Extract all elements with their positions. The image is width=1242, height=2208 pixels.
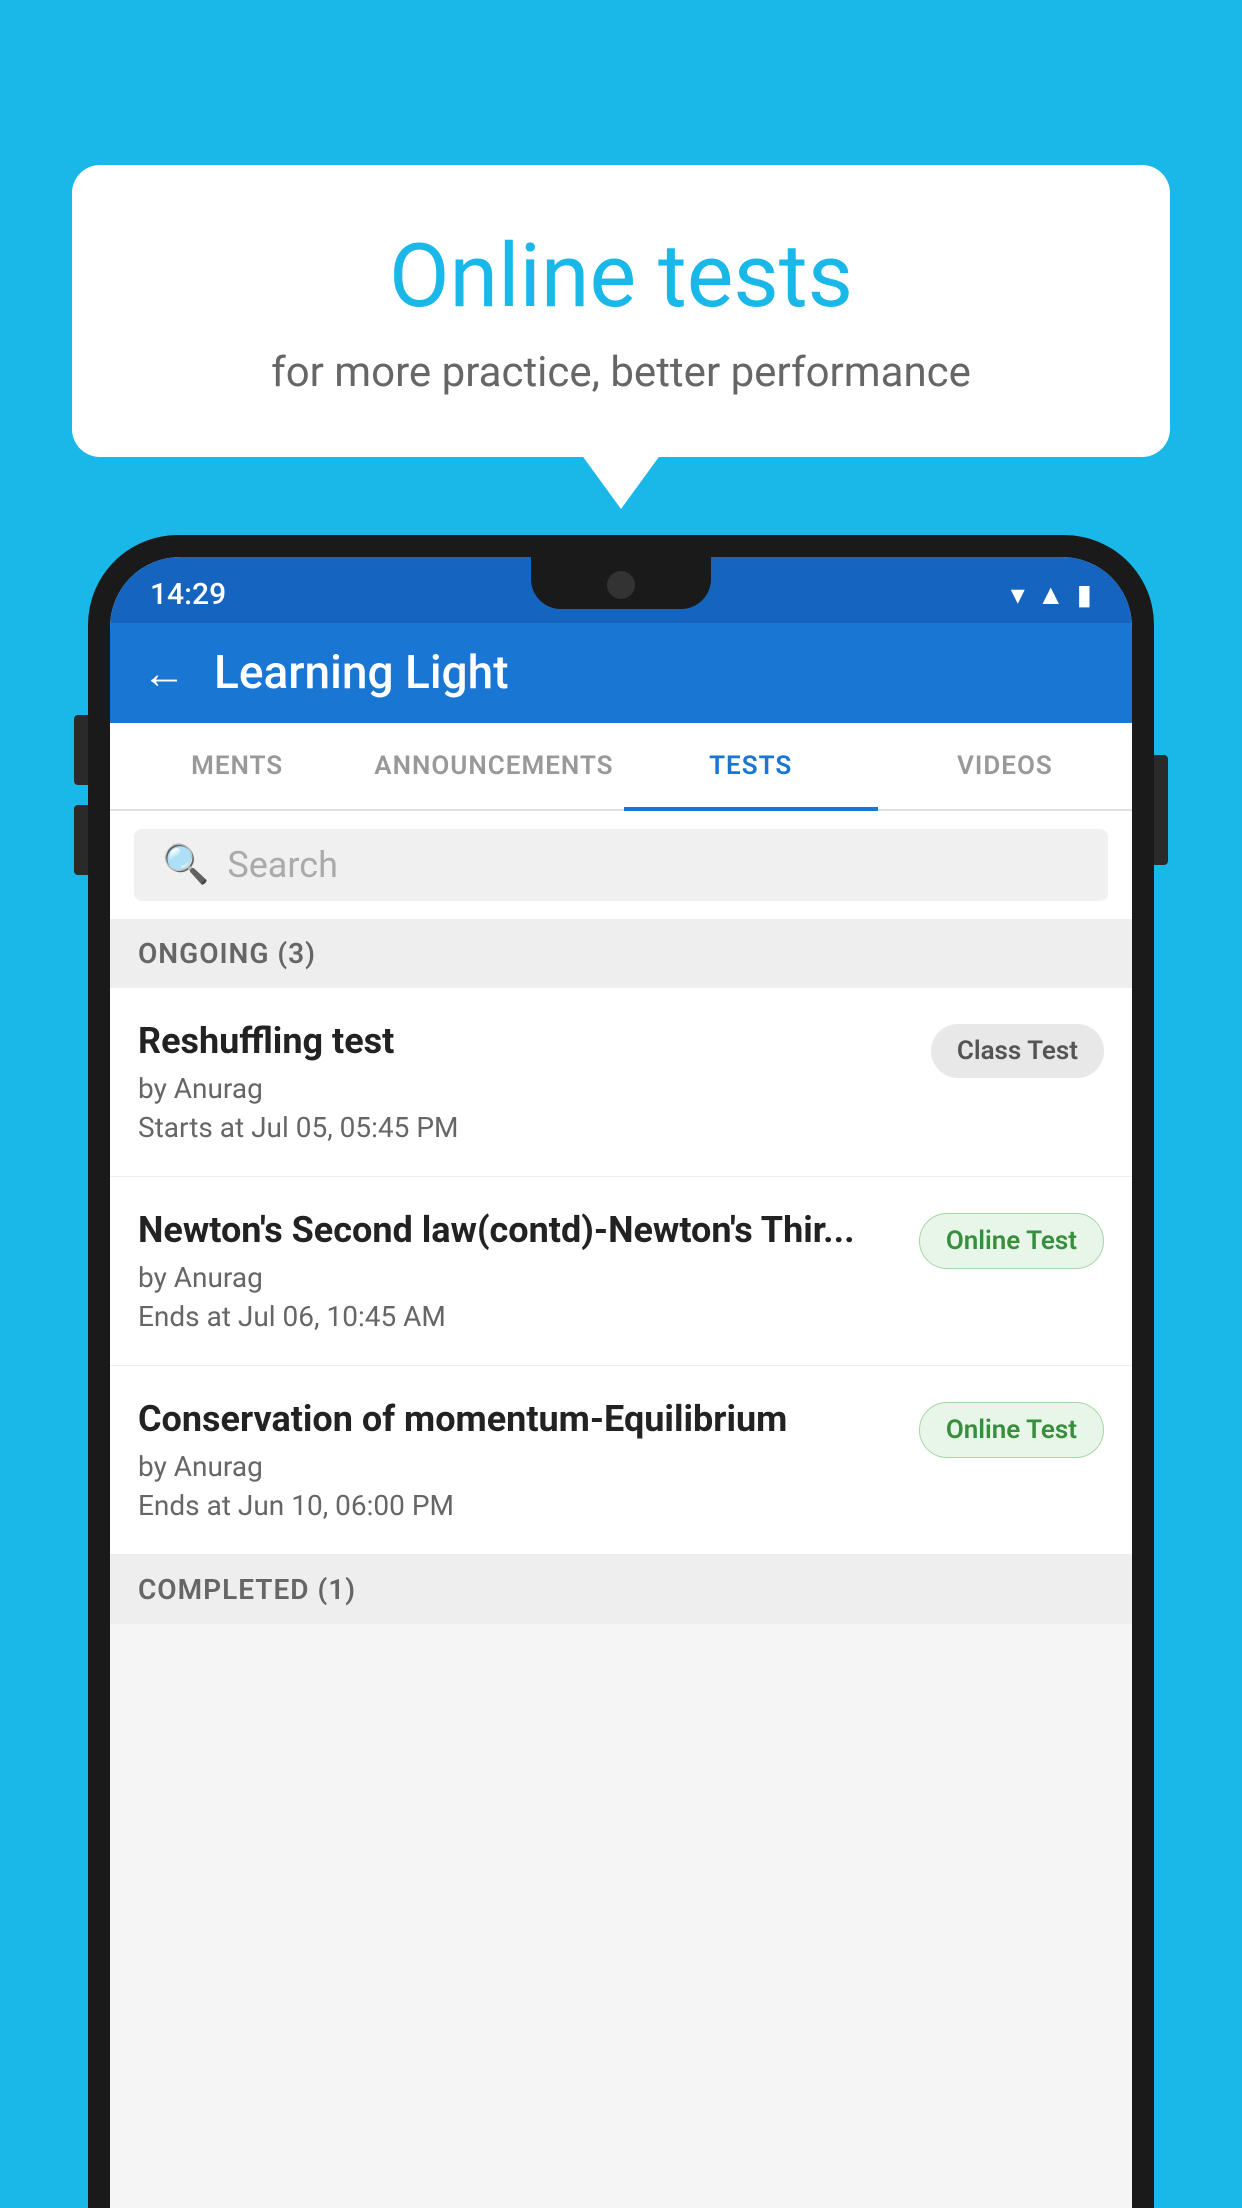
tab-announcements[interactable]: ANNOUNCEMENTS bbox=[364, 723, 623, 809]
search-input[interactable]: Search bbox=[227, 844, 338, 886]
online-tests-subtitle: for more practice, better performance bbox=[152, 348, 1090, 397]
test-badge: Class Test bbox=[931, 1024, 1104, 1078]
volume-up-button bbox=[74, 715, 88, 785]
test-time: Ends at Jul 06, 10:45 AM bbox=[138, 1300, 899, 1333]
test-info: Reshuffling test by Anurag Starts at Jul… bbox=[138, 1020, 911, 1144]
test-badge: Online Test bbox=[919, 1402, 1104, 1458]
online-tests-title: Online tests bbox=[152, 225, 1090, 328]
test-author: by Anurag bbox=[138, 1072, 911, 1105]
test-name: Reshuffling test bbox=[138, 1020, 911, 1062]
power-button bbox=[1154, 755, 1168, 865]
app-title: Learning Light bbox=[214, 646, 509, 700]
phone-screen: 14:29 ▾ ▲ ▮ ← Learning Light MENTS ANNOU… bbox=[110, 557, 1132, 2208]
ongoing-section-header: ONGOING (3) bbox=[110, 919, 1132, 988]
app-header: ← Learning Light bbox=[110, 623, 1132, 723]
test-info: Conservation of momentum-Equilibrium by … bbox=[138, 1398, 899, 1522]
tab-ments[interactable]: MENTS bbox=[110, 723, 364, 809]
phone-container: 14:29 ▾ ▲ ▮ ← Learning Light MENTS ANNOU… bbox=[88, 535, 1154, 2208]
search-icon: 🔍 bbox=[162, 843, 209, 887]
test-name: Newton's Second law(contd)-Newton's Thir… bbox=[138, 1209, 899, 1251]
status-time: 14:29 bbox=[150, 577, 226, 612]
test-list: Reshuffling test by Anurag Starts at Jul… bbox=[110, 988, 1132, 1555]
phone-notch bbox=[531, 557, 711, 609]
test-info: Newton's Second law(contd)-Newton's Thir… bbox=[138, 1209, 899, 1333]
test-item[interactable]: Reshuffling test by Anurag Starts at Jul… bbox=[110, 988, 1132, 1177]
volume-down-button bbox=[74, 805, 88, 875]
front-camera bbox=[607, 571, 635, 599]
battery-icon: ▮ bbox=[1077, 578, 1092, 611]
search-container: 🔍 Search bbox=[110, 811, 1132, 919]
test-author: by Anurag bbox=[138, 1261, 899, 1294]
test-item[interactable]: Newton's Second law(contd)-Newton's Thir… bbox=[110, 1177, 1132, 1366]
test-name: Conservation of momentum-Equilibrium bbox=[138, 1398, 899, 1440]
signal-icon: ▲ bbox=[1037, 578, 1065, 611]
status-icons: ▾ ▲ ▮ bbox=[1011, 578, 1092, 611]
phone-outer: 14:29 ▾ ▲ ▮ ← Learning Light MENTS ANNOU… bbox=[88, 535, 1154, 2208]
test-item[interactable]: Conservation of momentum-Equilibrium by … bbox=[110, 1366, 1132, 1555]
back-button[interactable]: ← bbox=[142, 647, 186, 699]
wifi-icon: ▾ bbox=[1011, 578, 1025, 611]
speech-bubble: Online tests for more practice, better p… bbox=[72, 165, 1170, 457]
test-time: Starts at Jul 05, 05:45 PM bbox=[138, 1111, 911, 1144]
tab-tests[interactable]: TESTS bbox=[624, 723, 878, 809]
test-author: by Anurag bbox=[138, 1450, 899, 1483]
tab-videos[interactable]: VIDEOS bbox=[878, 723, 1132, 809]
search-box[interactable]: 🔍 Search bbox=[134, 829, 1108, 901]
test-badge: Online Test bbox=[919, 1213, 1104, 1269]
completed-section-header: COMPLETED (1) bbox=[110, 1555, 1132, 1624]
tabs-bar: MENTS ANNOUNCEMENTS TESTS VIDEOS bbox=[110, 723, 1132, 811]
test-time: Ends at Jun 10, 06:00 PM bbox=[138, 1489, 899, 1522]
